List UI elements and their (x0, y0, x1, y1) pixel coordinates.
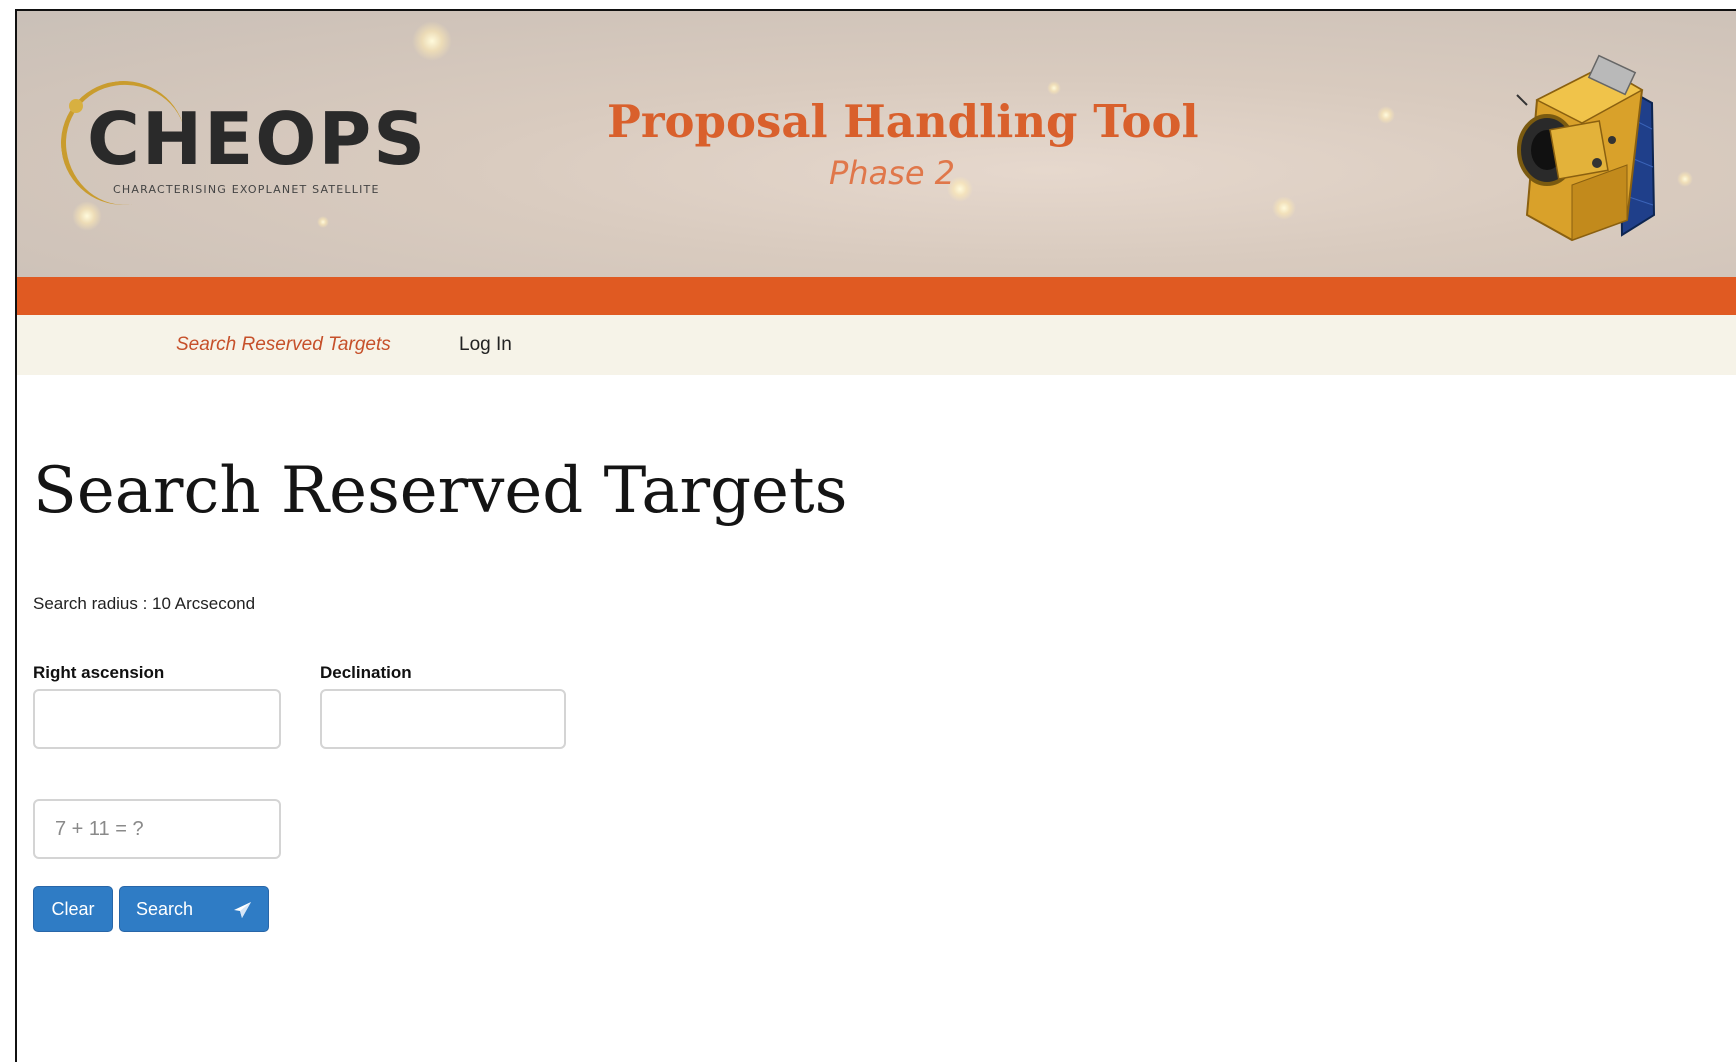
header-banner: CHEOPS CHARACTERISING EXOPLANET SATELLIT… (17, 11, 1736, 277)
tool-subtitle: Phase 2 (828, 154, 956, 192)
declination-label: Declination (320, 663, 412, 682)
satellite-icon (1516, 54, 1656, 242)
accent-bar (17, 277, 1736, 315)
declination-input[interactable] (320, 689, 566, 749)
star-decoration (317, 216, 329, 228)
star-decoration (1272, 196, 1296, 220)
search-button[interactable]: Search (119, 886, 269, 932)
star-decoration (1047, 81, 1061, 95)
right-ascension-label: Right ascension (33, 663, 165, 682)
tool-title: Proposal Handling Tool (607, 95, 1199, 148)
captcha-input[interactable] (33, 799, 281, 859)
search-button-label: Search (136, 898, 194, 919)
page-title: Search Reserved Targets (33, 454, 848, 528)
search-radius-text: Search radius : 10 Arcsecond (33, 594, 256, 613)
top-navigation: Search Reserved Targets Log In (17, 315, 1736, 375)
logo-planet-dot (69, 99, 83, 113)
send-icon (234, 902, 251, 918)
nav-item-search-reserved-targets[interactable]: Search Reserved Targets (176, 335, 391, 354)
browser-page: CHEOPS CHARACTERISING EXOPLANET SATELLIT… (15, 9, 1736, 1062)
logo-subtitle: CHARACTERISING EXOPLANET SATELLITE (113, 183, 380, 196)
star-decoration (72, 201, 102, 231)
logo-text: CHEOPS (87, 97, 428, 181)
nav-item-log-in[interactable]: Log In (459, 335, 512, 354)
star-decoration (412, 21, 452, 61)
star-decoration (1377, 106, 1395, 124)
clear-button[interactable]: Clear (33, 886, 113, 932)
right-ascension-input[interactable] (33, 689, 281, 749)
